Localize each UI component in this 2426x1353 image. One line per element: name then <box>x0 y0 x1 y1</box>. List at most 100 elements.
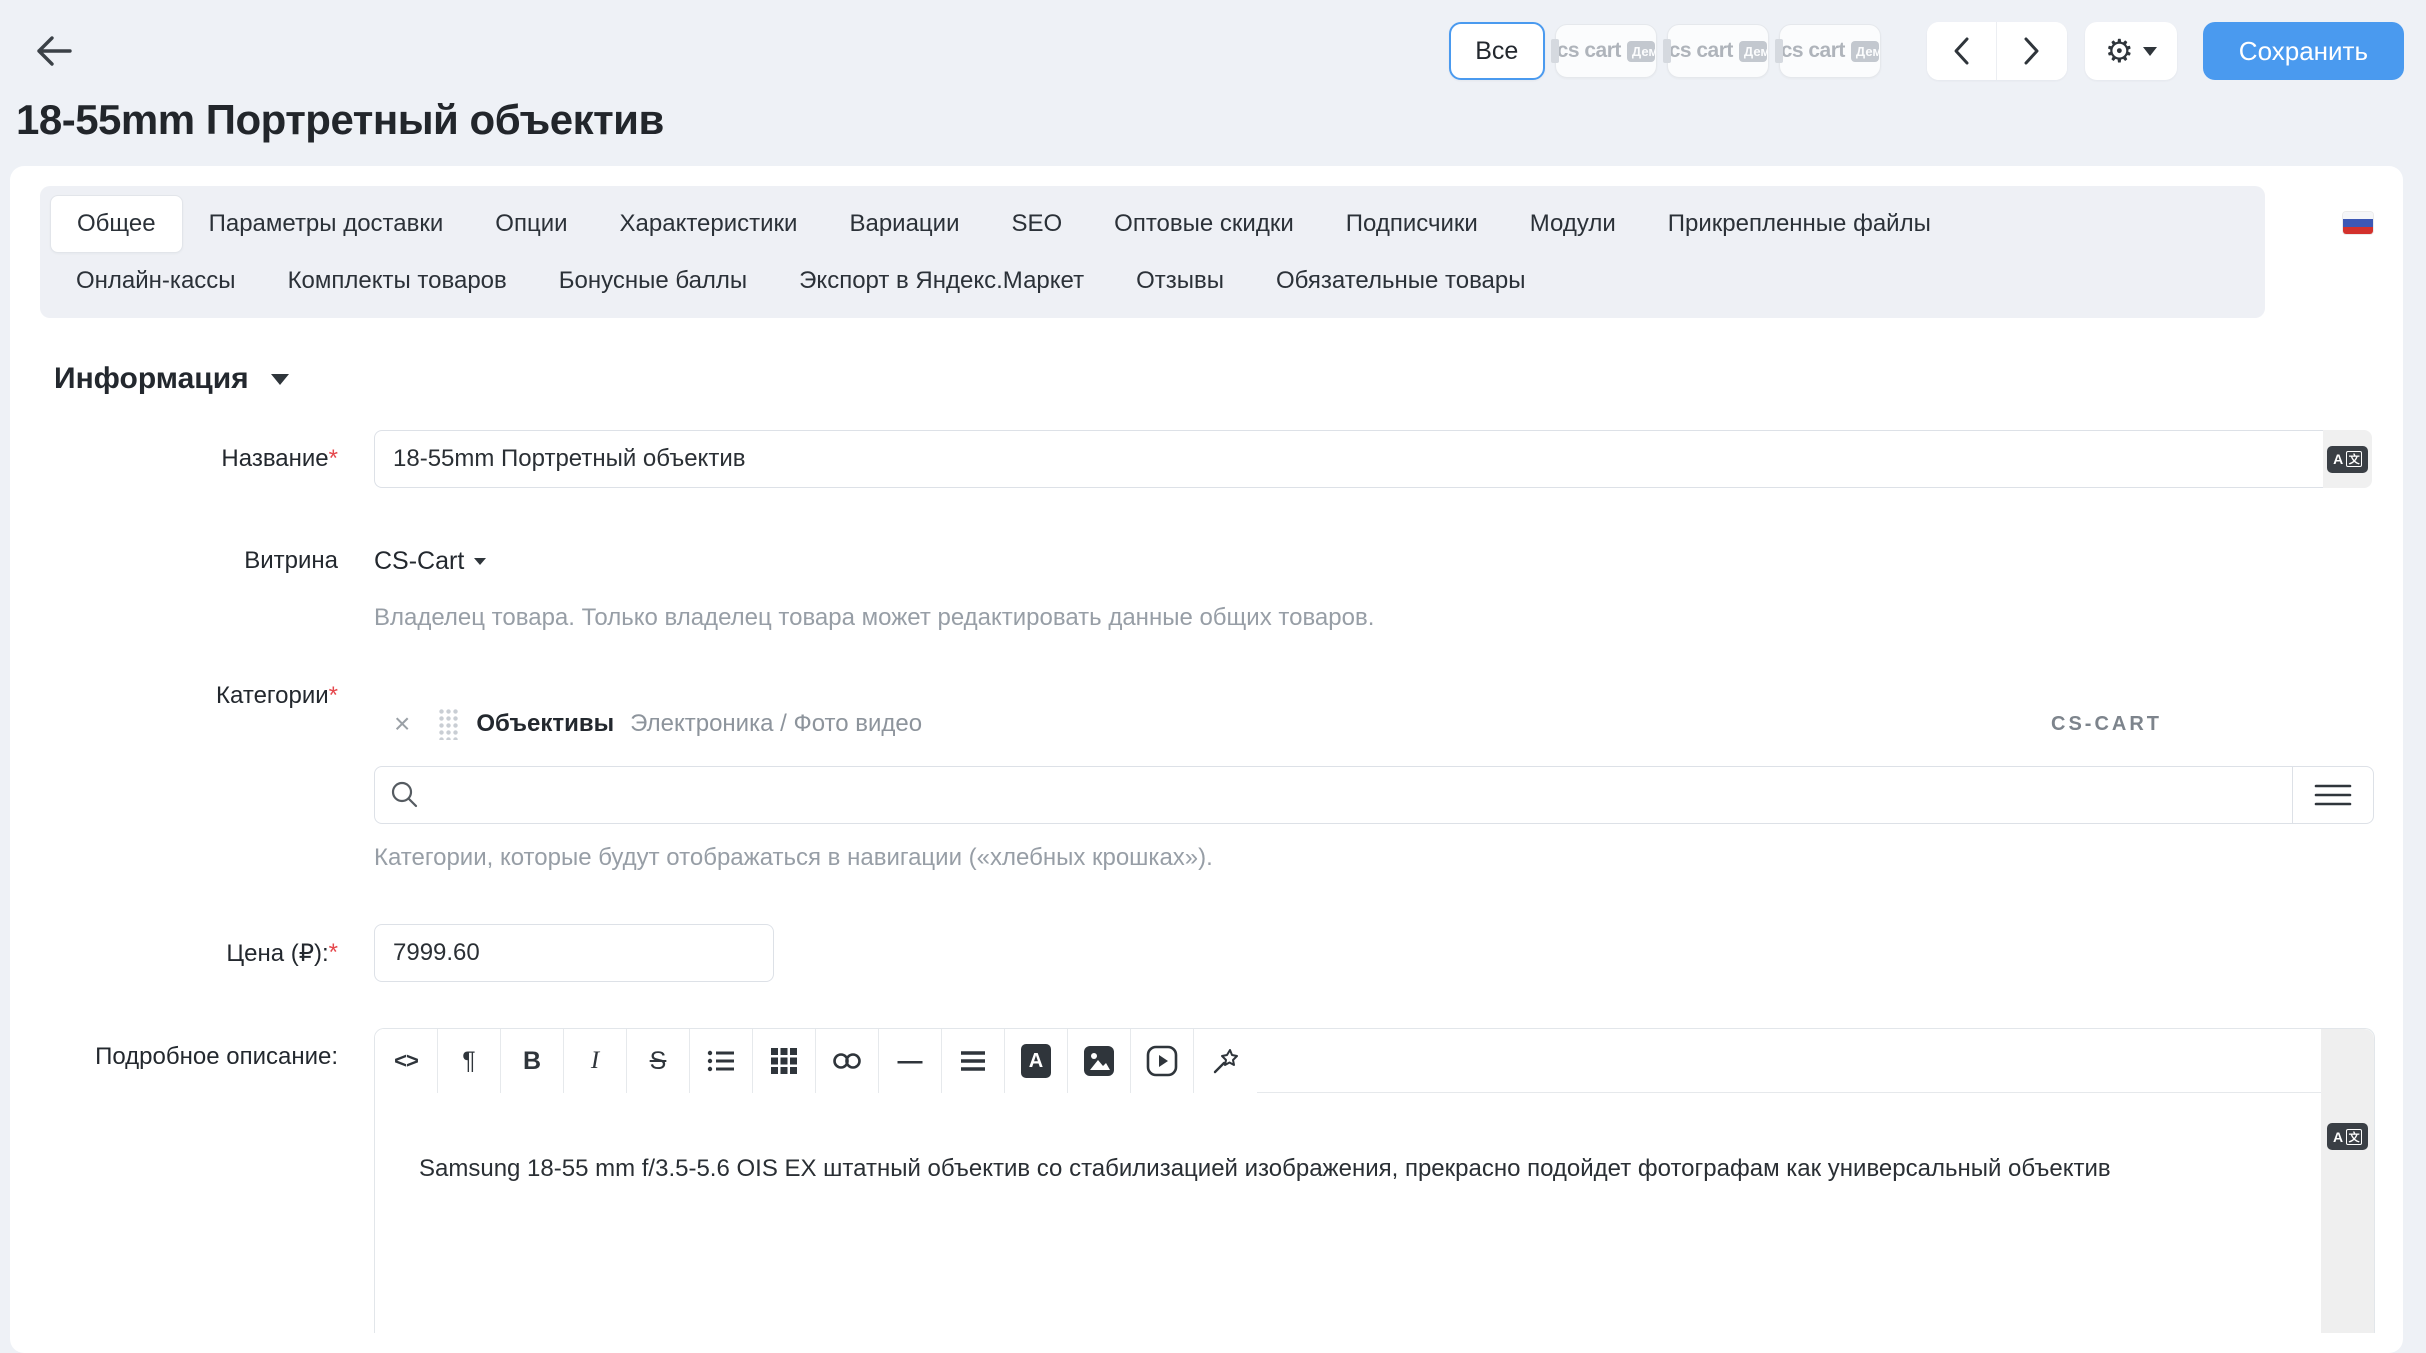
bold-icon: B <box>523 1047 541 1076</box>
hamburger-icon <box>2314 783 2352 807</box>
translate-icon: A文 <box>2327 446 2368 473</box>
tab-reward-points[interactable]: Бонусные баллы <box>533 253 773 309</box>
flag-stripe-blue <box>2343 219 2373 226</box>
chevron-down-icon[interactable] <box>271 374 289 385</box>
cs-cart-logo: cs cart <box>1669 39 1733 63</box>
tab-attachments[interactable]: Прикрепленные файлы <box>1642 196 1957 252</box>
description-label: Подробное описание: <box>40 1028 374 1333</box>
page-title: 18-55mm Портретный объектив <box>16 96 2426 144</box>
storefront-button-2[interactable]: cs cart Дем <box>1667 24 1769 78</box>
image-icon <box>1083 1045 1115 1077</box>
category-path: Электроника / Фото видео <box>630 710 922 738</box>
editor-side-gutter: A文 <box>2321 1029 2374 1333</box>
text-style-icon: A <box>1021 1044 1051 1078</box>
required-asterisk: * <box>329 445 338 472</box>
tabs-row-1: Общее Параметры доставки Опции Характери… <box>50 195 2255 253</box>
back-button[interactable] <box>30 26 78 76</box>
drag-handle-icon[interactable] <box>438 708 458 740</box>
topbar-controls: Все cs cart Дем cs cart Дем cs cart Дем <box>1449 22 2404 80</box>
tab-yandex-market-export[interactable]: Экспорт в Яндекс.Маркет <box>773 253 1110 309</box>
tab-required-products[interactable]: Обязательные товары <box>1250 253 1552 309</box>
categories-row: Категории* × Объективы Электроника / Фот… <box>40 678 2373 872</box>
toolbar-image-button[interactable] <box>1068 1029 1131 1093</box>
storefront-demo-badge: Дем <box>1851 41 1879 62</box>
code-icon: <> <box>394 1048 418 1074</box>
storefront-demo-badge: Дем <box>1627 41 1655 62</box>
toolbar-align-button[interactable] <box>942 1029 1005 1093</box>
section-title: Информация <box>54 362 249 396</box>
tab-options[interactable]: Опции <box>469 196 593 252</box>
product-pager <box>1927 22 2067 80</box>
tab-general[interactable]: Общее <box>50 195 183 253</box>
tabs-row-2: Онлайн-кассы Комплекты товаров Бонусные … <box>50 253 2255 309</box>
tab-online-checkouts[interactable]: Онлайн-кассы <box>50 253 262 309</box>
category-search-input[interactable] <box>374 766 2293 824</box>
storefront-tab-marker <box>1663 39 1671 63</box>
information-section-header: Информация <box>54 362 2373 396</box>
categories-hint: Категории, которые будут отображаться в … <box>374 844 2374 872</box>
horizontal-rule-icon: — <box>898 1047 923 1076</box>
toolbar-paragraph-button[interactable]: ¶ <box>438 1029 501 1093</box>
toolbar-strikethrough-button[interactable]: S <box>627 1029 690 1093</box>
toolbar-link-button[interactable] <box>816 1029 879 1093</box>
tab-product-bundles[interactable]: Комплекты товаров <box>262 253 533 309</box>
chevron-left-icon <box>1952 36 1970 66</box>
next-product-button[interactable] <box>1997 22 2067 80</box>
product-name-input[interactable] <box>374 430 2323 488</box>
price-row: Цена (₽):* <box>40 924 2373 982</box>
category-browse-button[interactable] <box>2292 766 2374 824</box>
toolbar-table-button[interactable] <box>753 1029 816 1093</box>
name-row: Название* A文 <box>40 430 2373 488</box>
flag-stripe-red <box>2343 227 2373 234</box>
tab-shipping-properties[interactable]: Параметры доставки <box>183 196 470 252</box>
link-icon <box>832 1052 862 1070</box>
toolbar-italic-button[interactable]: I <box>564 1029 627 1093</box>
rich-text-editor: <> ¶ B I S <box>374 1028 2375 1333</box>
name-translate-addon[interactable]: A文 <box>2323 430 2372 488</box>
tab-variations[interactable]: Вариации <box>823 196 985 252</box>
tab-addons[interactable]: Модули <box>1504 196 1642 252</box>
translate-icon[interactable]: A文 <box>2327 1123 2368 1150</box>
price-input[interactable] <box>374 924 774 982</box>
chevron-down-icon <box>474 558 486 565</box>
unordered-list-icon <box>707 1049 735 1073</box>
prev-product-button[interactable] <box>1927 22 1997 80</box>
settings-button[interactable]: ⚙ <box>2085 22 2177 80</box>
required-asterisk: * <box>329 682 338 709</box>
arrow-left-icon <box>34 34 74 68</box>
storefront-button-1[interactable]: cs cart Дем <box>1555 24 1657 78</box>
chevron-down-icon <box>2143 47 2157 56</box>
storefront-tab-marker <box>1775 39 1783 63</box>
toolbar-code-button[interactable]: <> <box>375 1029 438 1093</box>
category-name[interactable]: Объективы <box>476 710 614 738</box>
storefront-tab-marker <box>1551 39 1559 63</box>
tab-reviews[interactable]: Отзывы <box>1110 253 1250 309</box>
topbar: Все cs cart Дем cs cart Дем cs cart Дем <box>0 0 2426 80</box>
required-asterisk: * <box>329 939 338 966</box>
tab-seo[interactable]: SEO <box>985 196 1088 252</box>
cs-cart-logo: cs cart <box>1781 39 1845 63</box>
gear-icon: ⚙ <box>2105 35 2134 67</box>
toolbar-text-style-button[interactable]: A <box>1005 1029 1068 1093</box>
toolbar-magic-wand-button[interactable] <box>1194 1029 1257 1093</box>
toolbar-list-button[interactable] <box>690 1029 753 1093</box>
storefront-all-button[interactable]: Все <box>1449 22 1545 80</box>
tab-qty-discounts[interactable]: Оптовые скидки <box>1088 196 1320 252</box>
storefront-hint: Владелец товара. Только владелец товара … <box>374 604 2373 632</box>
toolbar-hr-button[interactable]: — <box>879 1029 942 1093</box>
tabs-bar: Общее Параметры доставки Опции Характери… <box>40 186 2373 318</box>
categories-label: Категории* <box>40 678 374 872</box>
toolbar-bold-button[interactable]: B <box>501 1029 564 1093</box>
description-text[interactable]: Samsung 18-55 mm f/3.5-5.6 OIS EX штатны… <box>375 1093 2321 1333</box>
strikethrough-icon: S <box>650 1047 667 1076</box>
storefront-select[interactable]: CS-Cart <box>374 534 2373 576</box>
language-flag-ru-icon[interactable] <box>2343 212 2373 234</box>
remove-category-button[interactable]: × <box>388 710 416 738</box>
tab-features[interactable]: Характеристики <box>594 196 824 252</box>
toolbar-video-button[interactable] <box>1131 1029 1194 1093</box>
storefront-button-3[interactable]: cs cart Дем <box>1779 24 1881 78</box>
tab-subscribers[interactable]: Подписчики <box>1320 196 1504 252</box>
save-button[interactable]: Сохранить <box>2203 22 2404 80</box>
search-icon <box>390 780 420 810</box>
name-label: Название* <box>40 430 374 488</box>
